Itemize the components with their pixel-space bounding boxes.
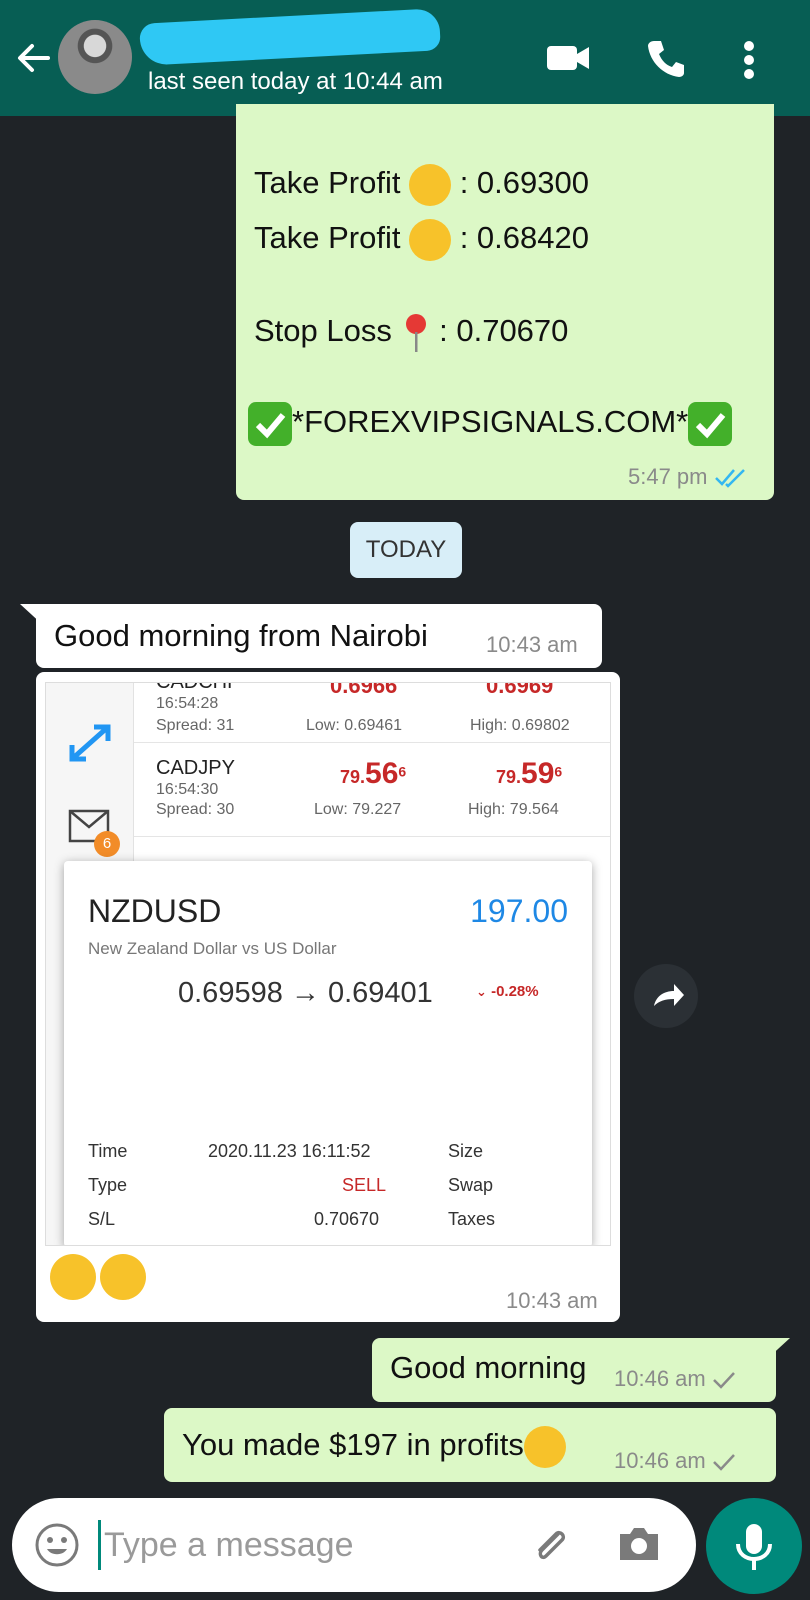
date-divider: TODAY <box>350 522 462 578</box>
text-cursor <box>98 1520 101 1570</box>
single-check-sent-icon <box>712 1372 735 1389</box>
round-pushpin-icon <box>405 314 426 352</box>
message-time: 10:46 am <box>614 1366 706 1391</box>
forward-arrow-icon <box>654 984 684 1006</box>
more-vert-icon[interactable] <box>742 40 756 80</box>
chevron-down-icon: ⌄ <box>476 984 487 999</box>
low-price: Low: 0.69461 <box>306 717 403 734</box>
grinning-face-emoji-icon <box>100 1254 147 1300</box>
bid-price: 0.6966 <box>330 682 398 698</box>
quote-row: CADCHF 16:54:28 Spread: 31 0.6966 0.6969… <box>134 682 610 743</box>
message-time: 10:43 am <box>486 632 578 657</box>
detail-row: Time 2020.11.23 16:11:52 Size <box>88 1141 484 1161</box>
hugging-face-emoji-icon <box>409 219 452 261</box>
low-price: Low: 79.227 <box>314 801 402 818</box>
expand-arrows-icon <box>69 724 111 762</box>
stop-loss-label: Stop Loss <box>254 313 392 349</box>
message-time: 10:43 am <box>506 1288 598 1313</box>
trade-screenshot-image[interactable]: 6 CADCHF 16:54:28 Spread: 31 0.6966 0.69… <box>45 682 611 1246</box>
change-percent: ⌄ -0.28% <box>476 983 539 1000</box>
profit-value: 197.00 <box>470 893 568 929</box>
stop-loss-value: : 0.70670 <box>439 313 569 349</box>
check-mark-button-icon <box>248 402 292 446</box>
message-time: 5:47 pm <box>628 464 708 489</box>
incoming-message-bubble[interactable]: Good morning from Nairobi 10:43 am <box>36 604 602 668</box>
spread: Spread: 31 <box>156 717 235 734</box>
voice-message-button[interactable] <box>706 1498 802 1594</box>
hugging-face-emoji-icon <box>409 164 452 206</box>
brand-text: *FOREXVIPSIGNALS.COM* <box>292 404 689 440</box>
trade-detail-card: NZDUSD 197.00 New Zealand Dollar vs US D… <box>64 861 592 1245</box>
high-price: High: 79.564 <box>468 801 559 818</box>
message-text: Good morning from Nairobi <box>54 618 428 653</box>
take-profit-label-1: Take Profit <box>254 165 401 201</box>
forward-button[interactable] <box>634 964 698 1028</box>
check-mark-button-icon <box>688 402 733 446</box>
message-text: You made $197 in profits <box>182 1427 524 1463</box>
phone-icon[interactable] <box>646 38 686 78</box>
take-profit-value-2: : 0.68420 <box>459 220 589 256</box>
detail-row: S/L 0.70670 Taxes <box>88 1209 496 1229</box>
message-text: Good morning <box>390 1350 587 1385</box>
back-arrow-icon[interactable] <box>14 38 54 78</box>
single-check-sent-icon <box>712 1454 735 1471</box>
mail-badge: 6 <box>94 831 120 857</box>
quote-time: 16:54:28 <box>156 695 219 712</box>
grinning-face-emoji-icon <box>50 1254 96 1300</box>
take-profit-label-2: Take Profit <box>254 220 401 256</box>
ask-price: 0.6969 <box>486 682 554 698</box>
redacted-contact-name[interactable] <box>139 8 441 66</box>
heart-eyes-emoji-icon <box>523 1426 566 1468</box>
symbol: CADJPY <box>156 757 235 779</box>
quote-time: 16:54:30 <box>156 781 219 798</box>
outgoing-message-bubble[interactable]: You made $197 in profits 10:46 am <box>164 1408 776 1482</box>
pair-symbol: NZDUSD <box>88 893 222 929</box>
detail-row: Type SELL Swap <box>88 1175 494 1195</box>
bid-price: 79.566 <box>340 757 407 790</box>
price-move: 0.69598 → 0.69401 <box>178 977 433 1009</box>
microphone-icon <box>736 1524 772 1570</box>
spread: Spread: 30 <box>156 801 235 818</box>
video-call-icon[interactable] <box>546 42 590 74</box>
attach-icon[interactable] <box>528 1522 574 1568</box>
double-check-read-icon <box>714 469 745 488</box>
high-price: High: 0.69802 <box>470 717 570 734</box>
trade-details: Time 2020.11.23 16:11:52 Size Type SELL … <box>88 1141 568 1243</box>
message-input-bar: Type a message <box>12 1498 696 1592</box>
symbol: CADCHF <box>156 682 240 693</box>
ask-price: 79.596 <box>496 757 563 790</box>
signal-message-bubble[interactable]: Take Profit : 0.69300 Take Profit : 0.68… <box>236 104 774 500</box>
quote-row: CADJPY 16:54:30 Spread: 30 79.566 79.596… <box>134 743 610 837</box>
message-input[interactable]: Type a message <box>104 1526 353 1565</box>
outgoing-message-bubble[interactable]: Good morning 10:46 am <box>372 1338 776 1402</box>
last-seen-status: last seen today at 10:44 am <box>148 68 443 95</box>
camera-icon[interactable] <box>616 1524 662 1564</box>
contact-avatar[interactable] <box>58 20 132 94</box>
message-time: 10:46 am <box>614 1448 706 1473</box>
chat-header: last seen today at 10:44 am <box>0 0 810 116</box>
emoji-icon[interactable] <box>34 1522 80 1568</box>
pair-description: New Zealand Dollar vs US Dollar <box>88 939 337 958</box>
take-profit-value-1: : 0.69300 <box>459 165 589 201</box>
